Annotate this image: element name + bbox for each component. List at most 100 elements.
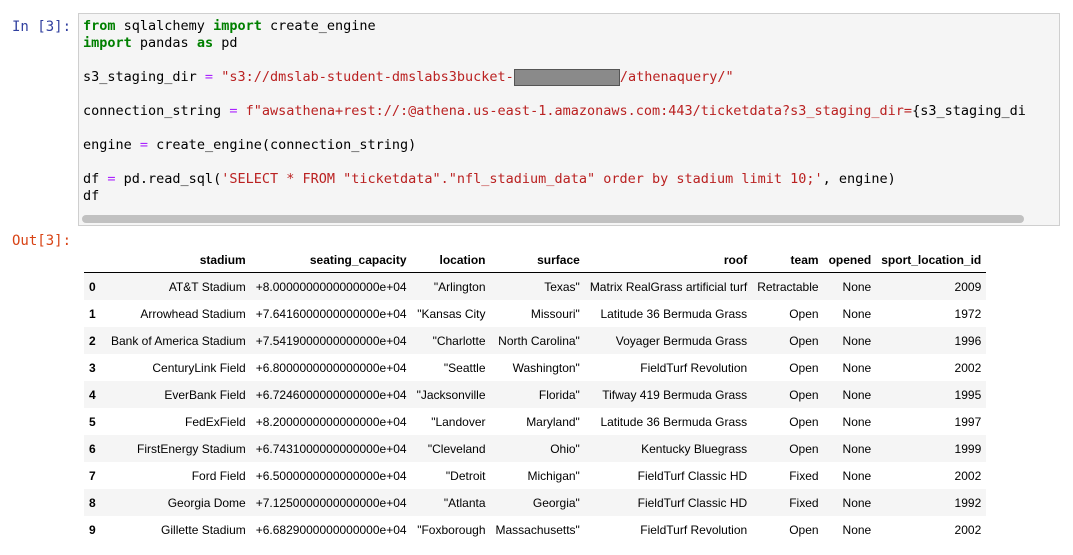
table-row: 5 FedExField +8.2000000000000000e+04 "Lando… <box>84 408 986 435</box>
table-cell-sport-location-id: 1999 <box>876 435 987 462</box>
table-row: 0 AT&T Stadium +8.0000000000000000e+04 "Arl… <box>84 272 987 300</box>
variable-name: engine <box>83 137 140 153</box>
string-literal: "s3://dmslab-student-dmslabs3bucket- <box>221 69 514 85</box>
table-cell-roof: Latitude 36 Bermuda Grass <box>600 306 748 321</box>
code-line-7: df <box>83 188 100 204</box>
table-cell-sport-location-id: 1972 <box>954 306 982 321</box>
table-cell-opened: None <box>842 306 872 321</box>
output-prompt: Out[3]: <box>12 233 72 249</box>
table-cell-location: "Atlanta <box>411 489 491 516</box>
table-cell-seating-capacity: +6.8000000000000000e+04 <box>255 360 407 375</box>
table-cell-seating-capacity: +7.6416000000000000e+04 <box>255 306 407 321</box>
table-cell-stadium: Arrowhead Stadium <box>140 306 246 321</box>
table-cell-location: "Charlotte <box>411 327 491 354</box>
table-cell-team: Open <box>752 381 824 408</box>
column-header: seating_capacity <box>250 247 412 273</box>
row-index: 8 <box>84 489 106 516</box>
table-cell-team: Retractable <box>752 272 824 300</box>
table-cell-surface: Georgia" <box>490 489 585 516</box>
table-cell-stadium: FedExField <box>185 414 246 429</box>
table-cell-stadium: FirstEnergy Stadium <box>106 435 251 462</box>
table-cell-location: "Landover <box>431 414 486 429</box>
table-cell-stadium: Ford Field <box>191 468 246 483</box>
table-cell-location: "Seattle <box>443 360 486 375</box>
fstring-expression: {s3_staging_di <box>912 103 1026 119</box>
scrollbar-thumb[interactable] <box>82 215 1024 223</box>
table-cell-surface: Michigan" <box>527 468 580 483</box>
table-cell-roof: Voyager Bermuda Grass <box>584 327 753 354</box>
string-literal: /athenaquery/" <box>619 69 734 85</box>
table-cell-surface: Ohio" <box>490 435 585 462</box>
table-cell-sport-location-id: 1992 <box>876 489 987 516</box>
table-cell-surface: North Carolina" <box>490 327 585 354</box>
column-header: location <box>411 247 491 273</box>
table-cell-sport-location-id: 2002 <box>954 468 982 483</box>
row-index: 1 <box>89 306 96 321</box>
column-header: roof <box>584 247 753 273</box>
table-cell-stadium: EverBank Field <box>106 381 251 408</box>
variable-name: connection_string <box>83 103 230 119</box>
table-cell-stadium: AT&T Stadium <box>106 272 251 300</box>
code-editor[interactable]: from sqlalchemy import create_engine imp… <box>83 18 1026 205</box>
table-cell-roof: FieldTurf Classic HD <box>584 489 753 516</box>
variable-name: s3_staging_dir <box>83 69 205 85</box>
table-cell-opened: None <box>823 381 877 408</box>
table-cell-location: "Arlington <box>411 272 491 300</box>
table-cell-roof: FieldTurf Classic HD <box>637 468 748 483</box>
column-header: opened <box>823 247 877 273</box>
row-index: 5 <box>89 414 96 429</box>
table-cell-seating-capacity: +7.5419000000000000e+04 <box>250 327 412 354</box>
table-cell-seating-capacity: +8.0000000000000000e+04 <box>250 272 412 300</box>
alias-name: pd <box>213 35 238 51</box>
column-header: team <box>752 247 824 273</box>
sql-string-literal: 'SELECT * FROM "ticketdata"."nfl_stadium… <box>221 171 823 187</box>
module-name: sqlalchemy <box>115 18 214 34</box>
table-header-row: stadium seating_capacity location surfac… <box>84 247 987 273</box>
table-cell-opened: None <box>842 414 872 429</box>
function-args: , engine) <box>822 171 896 187</box>
table-cell-surface: Texas" <box>490 272 585 300</box>
table-cell-roof: FieldTurf Revolution <box>640 522 748 537</box>
table-cell-roof: Latitude 36 Bermuda Grass <box>600 414 748 429</box>
keyword-as: as <box>196 35 214 51</box>
table-cell-surface: Missouri" <box>530 306 580 321</box>
table-cell-location: "Cleveland <box>411 435 491 462</box>
row-index: 7 <box>89 468 96 483</box>
table-cell-sport-location-id: 2002 <box>954 522 982 537</box>
table-row: 6 FirstEnergy Stadium +6.7431000000000000e… <box>84 435 987 462</box>
module-name: pandas <box>131 35 197 51</box>
code-input-area[interactable]: from sqlalchemy import create_engine imp… <box>78 13 1060 226</box>
table-cell-team: Open <box>752 435 824 462</box>
table-cell-team: Fixed <box>789 468 819 483</box>
table-cell-roof: Kentucky Bluegrass <box>584 435 753 462</box>
code-line-5: engine = create_engine(connection_string… <box>83 137 416 153</box>
table-cell-stadium: CenturyLink Field <box>152 360 246 375</box>
table-cell-opened: None <box>842 360 872 375</box>
table-cell-stadium: Gillette Stadium <box>161 522 246 537</box>
function-call: pd.read_sql( <box>115 171 222 187</box>
keyword-import: import <box>213 18 262 34</box>
index-header <box>84 247 106 273</box>
table-cell-sport-location-id: 2002 <box>954 360 982 375</box>
row-index: 2 <box>84 327 106 354</box>
row-index: 4 <box>84 381 106 408</box>
table-row: 8 Georgia Dome +7.1250000000000000e+04 "Atl… <box>84 489 987 516</box>
function-call: create_engine(connection_string) <box>148 137 417 153</box>
table-cell-opened: None <box>823 435 877 462</box>
import-name: create_engine <box>261 18 376 34</box>
code-line-6: df = pd.read_sql('SELECT * FROM "ticketd… <box>83 171 896 187</box>
output-dataframe-table: stadium seating_capacity location surfac… <box>84 247 987 543</box>
table-cell-opened: None <box>842 468 872 483</box>
table-cell-seating-capacity: +7.1250000000000000e+04 <box>250 489 412 516</box>
row-index: 0 <box>84 272 106 300</box>
variable-name: df <box>83 171 108 187</box>
table-cell-location: "Foxborough <box>417 522 486 537</box>
horizontal-scrollbar[interactable] <box>79 212 1059 225</box>
keyword-import: import <box>83 35 132 51</box>
table-row: 2 Bank of America Stadium +7.5419000000000… <box>84 327 987 354</box>
table-cell-roof: FieldTurf Revolution <box>640 360 748 375</box>
table-cell-location: "Kansas City <box>417 306 486 321</box>
table-cell-opened: None <box>823 272 877 300</box>
